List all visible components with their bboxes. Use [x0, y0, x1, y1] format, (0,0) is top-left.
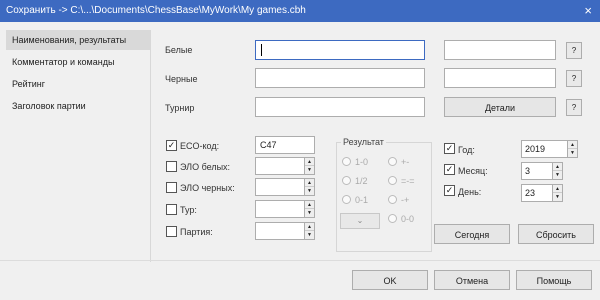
- elo-black-checkbox[interactable]: [166, 182, 177, 193]
- spin-up-icon[interactable]: ▲: [305, 179, 314, 187]
- tournament-label: Турнир: [165, 103, 195, 113]
- result-radio-1-0[interactable]: [342, 157, 351, 166]
- elo-white-label: ЭЛО белых:: [180, 162, 231, 172]
- result-radio-minus-plus[interactable]: [388, 195, 397, 204]
- white-help-button[interactable]: ?: [566, 42, 582, 59]
- today-button[interactable]: Сегодня: [434, 224, 510, 244]
- help-button[interactable]: Помощь: [516, 270, 592, 290]
- round-label: Тур:: [180, 205, 197, 215]
- elo-black-label: ЭЛО черных:: [180, 183, 235, 193]
- chevron-down-icon: ⌄: [356, 216, 364, 225]
- black-name-input[interactable]: [255, 68, 425, 88]
- ok-button[interactable]: OK: [352, 270, 428, 290]
- result-label-0-0: 0-0: [401, 214, 415, 224]
- result-dropdown[interactable]: ⌄: [340, 213, 380, 229]
- eco-checkbox[interactable]: ✓: [166, 140, 177, 151]
- spin-up-icon[interactable]: ▲: [305, 201, 314, 209]
- game-number-checkbox[interactable]: [166, 226, 177, 237]
- result-radio-draw[interactable]: [342, 176, 351, 185]
- spin-down-icon[interactable]: ▼: [305, 187, 314, 195]
- sidebar-item-annotator-teams[interactable]: Комментатор и команды: [6, 52, 150, 72]
- elo-white-spinner-arrows: ▲ ▼: [304, 158, 314, 174]
- spin-up-icon[interactable]: ▲: [568, 141, 577, 149]
- spin-down-icon[interactable]: ▼: [553, 171, 562, 179]
- round-checkbox[interactable]: [166, 204, 177, 215]
- reset-button[interactable]: Сбросить: [518, 224, 594, 244]
- save-game-dialog: Сохранить -> C:\...\Documents\ChessBase\…: [0, 0, 600, 300]
- text-caret: [261, 44, 262, 56]
- spin-down-icon[interactable]: ▼: [305, 209, 314, 217]
- result-radio-0-1[interactable]: [342, 195, 351, 204]
- spin-up-icon[interactable]: ▲: [305, 158, 314, 166]
- result-radio-0-0[interactable]: [388, 214, 397, 223]
- spin-down-icon[interactable]: ▼: [305, 166, 314, 174]
- month-checkbox[interactable]: ✓: [444, 164, 455, 175]
- year-label: Год:: [458, 145, 475, 155]
- title-bar[interactable]: Сохранить -> C:\...\Documents\ChessBase\…: [0, 0, 600, 22]
- sidebar-item-rating[interactable]: Рейтинг: [6, 74, 150, 94]
- day-label: День:: [458, 187, 482, 197]
- elo-white-checkbox[interactable]: [166, 161, 177, 172]
- month-spinner-arrows: ▲ ▼: [552, 163, 562, 179]
- spin-down-icon[interactable]: ▼: [553, 193, 562, 201]
- elo-black-spinner[interactable]: ▲ ▼: [255, 178, 315, 196]
- result-radio-forfeit-draw[interactable]: [388, 176, 397, 185]
- cancel-button[interactable]: Отмена: [434, 270, 510, 290]
- white-label: Белые: [165, 45, 193, 55]
- result-label-plus-minus: +-: [401, 157, 410, 167]
- window-title: Сохранить -> C:\...\Documents\ChessBase\…: [6, 5, 306, 16]
- black-label: Черные: [165, 74, 198, 84]
- spin-up-icon[interactable]: ▲: [553, 163, 562, 171]
- year-spinner[interactable]: 2019 ▲ ▼: [521, 140, 578, 158]
- black-help-button[interactable]: ?: [566, 70, 582, 87]
- day-checkbox[interactable]: ✓: [444, 185, 455, 196]
- result-label-minus-plus: -+: [401, 195, 410, 205]
- details-button[interactable]: Детали: [444, 97, 556, 117]
- year-spinner-arrows: ▲ ▼: [567, 141, 577, 157]
- tournament-help-button[interactable]: ?: [566, 99, 582, 116]
- close-icon[interactable]: ×: [584, 3, 592, 18]
- eco-label: ECO-код:: [180, 141, 220, 151]
- result-label-forfeit-draw: =-=: [401, 176, 415, 186]
- white-name-input[interactable]: [255, 40, 425, 60]
- sidebar-item-names-results[interactable]: Наименования, результаты: [6, 30, 150, 50]
- result-label-0-1: 0-1: [355, 195, 369, 205]
- sidebar-item-game-header[interactable]: Заголовок партии: [6, 96, 150, 116]
- result-label-draw: 1/2: [355, 176, 368, 186]
- tournament-input[interactable]: [255, 97, 425, 117]
- spin-up-icon[interactable]: ▲: [305, 223, 314, 231]
- game-number-spinner-arrows: ▲ ▼: [304, 223, 314, 239]
- sidebar: Наименования, результаты Комментатор и к…: [6, 30, 150, 262]
- spin-down-icon[interactable]: ▼: [305, 231, 314, 239]
- year-checkbox[interactable]: ✓: [444, 143, 455, 154]
- spin-down-icon[interactable]: ▼: [568, 149, 577, 157]
- round-spinner-arrows: ▲ ▼: [304, 201, 314, 217]
- day-spinner-arrows: ▲ ▼: [552, 185, 562, 201]
- spin-up-icon[interactable]: ▲: [553, 185, 562, 193]
- elo-black-spinner-arrows: ▲ ▼: [304, 179, 314, 195]
- eco-input[interactable]: C47: [255, 136, 315, 154]
- month-label: Месяц:: [458, 166, 488, 176]
- game-number-label: Партия:: [180, 227, 213, 237]
- sidebar-divider: [150, 30, 151, 262]
- month-spinner[interactable]: 3 ▲ ▼: [521, 162, 563, 180]
- result-label-1-0: 1-0: [355, 157, 369, 167]
- round-spinner[interactable]: ▲ ▼: [255, 200, 315, 218]
- result-group-title: Результат: [341, 137, 386, 147]
- result-radio-plus-minus[interactable]: [388, 157, 397, 166]
- day-spinner[interactable]: 23 ▲ ▼: [521, 184, 563, 202]
- black-extra-input[interactable]: [444, 68, 556, 88]
- game-number-spinner[interactable]: ▲ ▼: [255, 222, 315, 240]
- elo-white-spinner[interactable]: ▲ ▼: [255, 157, 315, 175]
- white-extra-input[interactable]: [444, 40, 556, 60]
- dialog-footer: OK Отмена Помощь: [0, 260, 600, 300]
